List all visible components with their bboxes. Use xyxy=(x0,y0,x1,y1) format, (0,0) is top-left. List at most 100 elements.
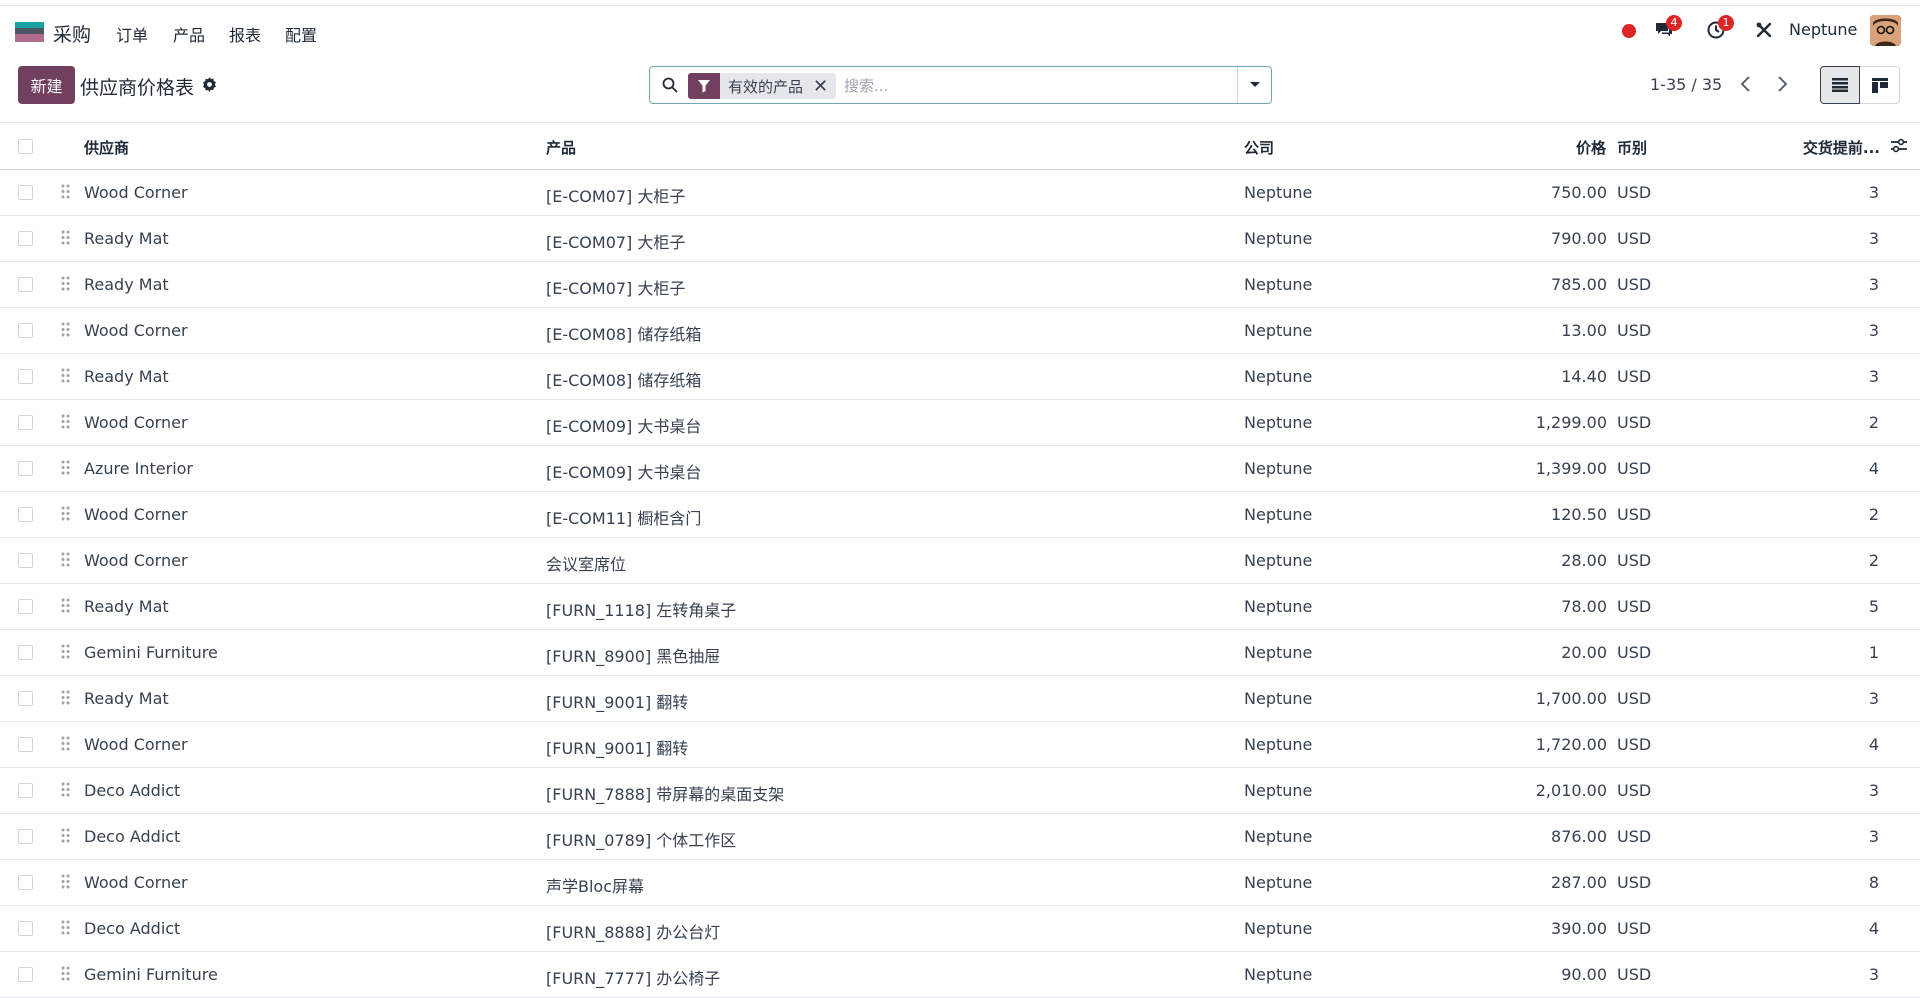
cell-currency: USD xyxy=(1617,459,1652,478)
col-price[interactable]: 价格 xyxy=(1570,137,1606,158)
row-checkbox[interactable] xyxy=(18,231,33,246)
drag-handle-icon[interactable] xyxy=(61,782,70,801)
row-checkbox[interactable] xyxy=(18,783,33,798)
col-vendor[interactable]: 供应商 xyxy=(84,137,129,158)
drag-handle-icon[interactable] xyxy=(61,598,70,617)
page-title: 供应商价格表 xyxy=(80,77,195,99)
cell-currency: USD xyxy=(1617,735,1652,754)
drag-handle-icon[interactable] xyxy=(61,322,70,341)
drag-handle-icon[interactable] xyxy=(61,460,70,479)
col-company[interactable]: 公司 xyxy=(1244,137,1274,158)
activities-button[interactable]: 1 xyxy=(1707,15,1734,43)
pager-previous[interactable] xyxy=(1738,72,1754,100)
company-switcher[interactable]: Neptune xyxy=(1789,20,1857,39)
menu-orders[interactable]: 订单 xyxy=(116,22,148,46)
avatar[interactable] xyxy=(1870,15,1901,46)
table-row[interactable]: Ready Mat [E-COM07] 大柜子 Neptune 790.00 USD 3 xyxy=(0,216,1920,262)
caret-down-icon xyxy=(1249,82,1260,87)
drag-handle-icon[interactable] xyxy=(61,644,70,663)
pager-next[interactable] xyxy=(1774,72,1790,100)
cell-price: 28.00 xyxy=(1561,551,1607,570)
cell-currency: USD xyxy=(1617,781,1652,800)
drag-handle-icon[interactable] xyxy=(61,736,70,755)
row-checkbox[interactable] xyxy=(18,737,33,752)
select-all-checkbox[interactable] xyxy=(18,139,33,154)
row-checkbox[interactable] xyxy=(18,185,33,200)
table-row[interactable]: Deco Addict [FURN_0789] 个体工作区 Neptune 876.0… xyxy=(0,814,1920,860)
row-checkbox[interactable] xyxy=(18,921,33,936)
drag-handle-icon[interactable] xyxy=(61,368,70,387)
cell-company: Neptune xyxy=(1244,551,1313,570)
row-checkbox[interactable] xyxy=(18,277,33,292)
recording-indicator[interactable] xyxy=(1622,24,1636,38)
table-row[interactable]: Gemini Furniture [FURN_8900] 黑色抽屉 Neptune 2… xyxy=(0,630,1920,676)
cell-price: 750.00 xyxy=(1551,183,1607,202)
cell-company: Neptune xyxy=(1244,505,1313,524)
drag-handle-icon[interactable] xyxy=(61,552,70,571)
search-options-toggle[interactable] xyxy=(1237,67,1271,103)
table-row[interactable]: Wood Corner [FURN_9001] 翻转 Neptune 1,720.00… xyxy=(0,722,1920,768)
table-row[interactable]: Deco Addict [FURN_7888] 带屏幕的桌面支架 Neptune 2,… xyxy=(0,768,1920,814)
drag-handle-icon[interactable] xyxy=(61,874,70,893)
drag-handle-icon[interactable] xyxy=(61,828,70,847)
drag-handle-icon[interactable] xyxy=(61,506,70,525)
table-row[interactable]: Ready Mat [FURN_1118] 左转角桌子 Neptune 78.00 US… xyxy=(0,584,1920,630)
drag-handle-icon[interactable] xyxy=(61,230,70,249)
debug-tools-button[interactable] xyxy=(1755,21,1773,43)
col-lead-time[interactable]: 交货提前... xyxy=(1780,137,1880,158)
row-checkbox[interactable] xyxy=(18,691,33,706)
drag-handle-icon[interactable] xyxy=(61,276,70,295)
actions-gear[interactable] xyxy=(202,77,217,96)
drag-handle-icon[interactable] xyxy=(61,184,70,203)
row-checkbox[interactable] xyxy=(18,415,33,430)
drag-handle-icon[interactable] xyxy=(61,920,70,939)
cell-lead-time: 4 xyxy=(1868,459,1879,478)
table-row[interactable]: Wood Corner [E-COM07] 大柜子 Neptune 750.00 USD… xyxy=(0,170,1920,216)
row-checkbox[interactable] xyxy=(18,645,33,660)
row-checkbox[interactable] xyxy=(18,599,33,614)
app-name[interactable]: 采购 xyxy=(53,20,91,47)
row-checkbox[interactable] xyxy=(18,553,33,568)
menu-products[interactable]: 产品 xyxy=(173,22,205,46)
row-checkbox[interactable] xyxy=(18,461,33,476)
row-checkbox[interactable] xyxy=(18,369,33,384)
table-row[interactable]: Ready Mat [FURN_9001] 翻转 Neptune 1,700.00 US… xyxy=(0,676,1920,722)
table-row[interactable]: Wood Corner [E-COM11] 橱柜含门 Neptune 120.50 US… xyxy=(0,492,1920,538)
column-settings[interactable] xyxy=(1891,138,1907,158)
table-row[interactable]: Wood Corner [E-COM09] 大书桌台 Neptune 1,299.00… xyxy=(0,400,1920,446)
list-view-button[interactable] xyxy=(1820,66,1860,104)
cell-lead-time: 5 xyxy=(1868,597,1879,616)
kanban-view-button[interactable] xyxy=(1860,66,1900,104)
drag-handle-icon[interactable] xyxy=(61,690,70,709)
app-logo-icon[interactable] xyxy=(15,22,44,42)
table-row[interactable]: Wood Corner [E-COM08] 储存纸箱 Neptune 13.00 USD… xyxy=(0,308,1920,354)
col-currency[interactable]: 币别 xyxy=(1617,137,1647,158)
table-row[interactable]: Ready Mat [E-COM07] 大柜子 Neptune 785.00 USD 3 xyxy=(0,262,1920,308)
pager-value[interactable]: 1-35 / 35 xyxy=(1650,75,1722,94)
messages-button[interactable]: 4 xyxy=(1654,15,1682,43)
search-input[interactable] xyxy=(844,75,1214,97)
new-button[interactable]: 新建 xyxy=(18,66,75,104)
table-row[interactable]: Wood Corner 会议室席位 Neptune 28.00 USD 2 xyxy=(0,538,1920,584)
cell-lead-time: 4 xyxy=(1868,735,1879,754)
row-checkbox[interactable] xyxy=(18,829,33,844)
chevron-right-icon xyxy=(1778,76,1788,92)
row-checkbox[interactable] xyxy=(18,967,33,982)
row-checkbox[interactable] xyxy=(18,507,33,522)
facet-remove-icon[interactable]: ✕ xyxy=(813,76,836,97)
table-row[interactable]: Azure Interior [E-COM09] 大书桌台 Neptune 1,399… xyxy=(0,446,1920,492)
table-row[interactable]: Deco Addict [FURN_8888] 办公台灯 Neptune 390.00… xyxy=(0,906,1920,952)
table-row[interactable]: Ready Mat [E-COM08] 储存纸箱 Neptune 14.40 USD 3 xyxy=(0,354,1920,400)
col-product[interactable]: 产品 xyxy=(546,137,576,158)
row-checkbox[interactable] xyxy=(18,323,33,338)
row-checkbox[interactable] xyxy=(18,875,33,890)
menu-reports[interactable]: 报表 xyxy=(229,22,261,46)
table-row[interactable]: Gemini Furniture [FURN_7777] 办公椅子 Neptune 9… xyxy=(0,952,1920,998)
menu-configuration[interactable]: 配置 xyxy=(285,22,317,46)
drag-handle-icon[interactable] xyxy=(61,414,70,433)
cell-lead-time: 3 xyxy=(1868,827,1879,846)
cell-company: Neptune xyxy=(1244,689,1313,708)
cell-company: Neptune xyxy=(1244,735,1313,754)
table-row[interactable]: Wood Corner 声学Bloc屏幕 Neptune 287.00 USD 8 xyxy=(0,860,1920,906)
cell-price: 2,010.00 xyxy=(1535,781,1607,800)
